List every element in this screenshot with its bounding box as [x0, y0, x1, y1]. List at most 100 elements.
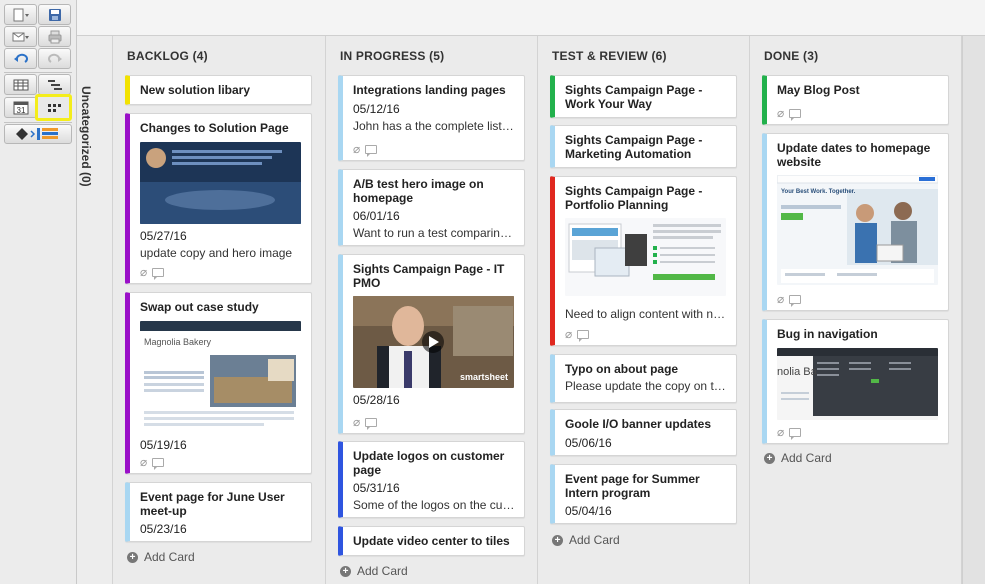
lane-title: DONE (3) — [764, 49, 819, 63]
card-date: 05/12/16 — [353, 101, 400, 116]
card-description: John has a the complete list i... — [353, 118, 518, 133]
lane-backlog: BACKLOG (4) New solution libary Changes … — [113, 36, 326, 584]
page-fragment-text: nolia Ba — [777, 365, 817, 378]
card-description: Want to run a test comparing... — [353, 226, 517, 240]
grid-view-icon[interactable] — [4, 74, 37, 95]
print-icon[interactable] — [38, 26, 71, 47]
comment-icon[interactable] — [152, 267, 165, 280]
card-description: Please update the copy on th... — [565, 378, 731, 393]
add-card-button[interactable]: + Add Card — [340, 564, 408, 578]
attachment-icon[interactable]: ⌀ — [777, 107, 784, 119]
attachment-icon[interactable]: ⌀ — [565, 328, 572, 340]
undo-icon[interactable] — [4, 48, 37, 69]
card[interactable]: Changes to Solution Page 05/27/16 update… — [125, 113, 312, 284]
mail-icon[interactable] — [4, 26, 37, 47]
card[interactable]: Typo on about page Please update the cop… — [550, 354, 737, 403]
card[interactable]: Swap out case study Magnolia Bakery 05/1… — [125, 292, 312, 474]
case-study-heading: Magnolia Bakery — [144, 336, 212, 347]
attachment-icon[interactable]: ⌀ — [140, 456, 147, 468]
card[interactable]: Sights Campaign Page - Work Your Way — [550, 75, 737, 118]
card-date: 05/19/16 — [140, 437, 187, 452]
card[interactable]: Event page for June User meet-up 05/23/1… — [125, 482, 312, 542]
card-description: update copy and hero image — [140, 245, 293, 260]
comment-icon[interactable] — [577, 329, 590, 342]
lane-title: BACKLOG (4) — [127, 49, 208, 63]
add-card-label: Add Card — [357, 564, 408, 578]
card[interactable]: Update logos on customer page 05/31/16 S… — [338, 441, 525, 518]
comment-icon[interactable] — [789, 427, 802, 440]
add-card-button[interactable]: + Add Card — [127, 550, 195, 564]
card[interactable]: Bug in navigation nolia Ba ⌀ — [762, 319, 949, 444]
card[interactable]: Goole I/O banner updates 05/06/16 — [550, 409, 737, 456]
card-title: Sights Campaign Page - IT PMO — [353, 262, 505, 290]
card-date: 05/28/16 — [353, 393, 400, 407]
card-title: Update logos on customer page — [353, 449, 505, 477]
add-card-button[interactable]: + Add Card — [552, 533, 620, 547]
attachment-icon[interactable]: ⌀ — [777, 293, 784, 305]
comment-icon[interactable] — [152, 457, 165, 470]
card[interactable]: Sights Campaign Page - IT PMO smartsheet… — [338, 254, 525, 434]
new-sheet-icon[interactable] — [4, 4, 37, 25]
card-date: 05/31/16 — [353, 481, 400, 495]
card-view-icon[interactable] — [35, 94, 72, 121]
card-title: Sights Campaign Page - Work Your Way — [565, 83, 703, 111]
attachment-icon[interactable]: ⌀ — [353, 143, 360, 155]
card-title: Update dates to homepage website — [777, 141, 931, 169]
card-title: Goole I/O banner updates — [565, 417, 712, 431]
card[interactable]: May Blog Post ⌀ — [762, 75, 949, 125]
top-bar — [77, 0, 985, 36]
lane-done: DONE (3) May Blog Post ⌀ Update dates to… — [750, 36, 962, 584]
card-description: Some of the logos on the cus... — [353, 498, 519, 512]
card-title: New solution libary — [140, 83, 251, 97]
card[interactable]: Sights Campaign Page - Portfolio Plannin… — [550, 176, 737, 346]
card-image: smartsheet — [353, 296, 514, 388]
card[interactable]: Update video center to tiles — [338, 526, 525, 556]
lane-test-review: TEST & REVIEW (6) Sights Campaign Page -… — [538, 36, 750, 584]
calendar-view-icon[interactable]: 31 — [4, 97, 37, 118]
card[interactable]: A/B test hero image on homepage 06/01/16… — [338, 169, 525, 246]
card-title: Sights Campaign Page - Portfolio Plannin… — [565, 184, 703, 212]
comment-icon[interactable] — [365, 417, 378, 430]
publish-icon[interactable] — [4, 124, 72, 144]
card-date: 06/01/16 — [353, 209, 400, 223]
card-image — [565, 218, 726, 296]
lane-title: TEST & REVIEW (6) — [552, 49, 667, 63]
card-date: 05/23/16 — [140, 522, 187, 536]
card-title: Event page for Summer Intern program — [565, 472, 700, 500]
card-title: A/B test hero image on homepage — [353, 177, 484, 205]
attachment-icon[interactable]: ⌀ — [353, 416, 360, 428]
card-image — [140, 141, 301, 224]
save-icon[interactable] — [38, 4, 71, 25]
card-title: Changes to Solution Page — [140, 121, 289, 135]
card[interactable]: New solution libary — [125, 75, 312, 105]
video-watermark: smartsheet — [459, 372, 508, 382]
plus-icon: + — [127, 551, 138, 563]
comment-icon[interactable] — [789, 108, 802, 121]
gantt-view-icon[interactable] — [38, 74, 71, 95]
card-image: Magnolia Bakery — [140, 320, 301, 433]
left-toolbar: 31 — [0, 0, 77, 584]
card[interactable]: Update dates to homepage website Your Be… — [762, 133, 949, 311]
card[interactable]: Sights Campaign Page - Marketing Automat… — [550, 125, 737, 168]
plus-icon: + — [340, 565, 351, 577]
card-image: Your Best Work. Together. — [777, 175, 938, 285]
card[interactable]: Integrations landing pages 05/12/16 John… — [338, 75, 525, 161]
card-description: Need to align content with ne... — [565, 307, 730, 321]
comment-icon[interactable] — [789, 294, 802, 307]
uncategorized-label: Uncategorized (0) — [79, 86, 93, 187]
comment-icon[interactable] — [365, 144, 378, 157]
card-title: Event page for June User meet-up — [140, 490, 285, 518]
card-title: May Blog Post — [777, 83, 860, 97]
calendar-day: 31 — [16, 106, 25, 115]
card[interactable]: Event page for Summer Intern program 05/… — [550, 464, 737, 524]
add-card-button[interactable]: + Add Card — [764, 451, 832, 465]
lane-in-progress: IN PROGRESS (5) Integrations landing pag… — [326, 36, 538, 584]
card-title: Integrations landing pages — [353, 83, 506, 97]
redo-icon[interactable] — [38, 48, 71, 69]
card-title: Swap out case study — [140, 300, 259, 314]
attachment-icon[interactable]: ⌀ — [777, 426, 784, 438]
card-title: Bug in navigation — [777, 327, 878, 341]
add-card-label: Add Card — [569, 533, 620, 547]
attachment-icon[interactable]: ⌀ — [140, 266, 147, 278]
uncategorized-lane[interactable]: Uncategorized (0) — [77, 36, 113, 584]
